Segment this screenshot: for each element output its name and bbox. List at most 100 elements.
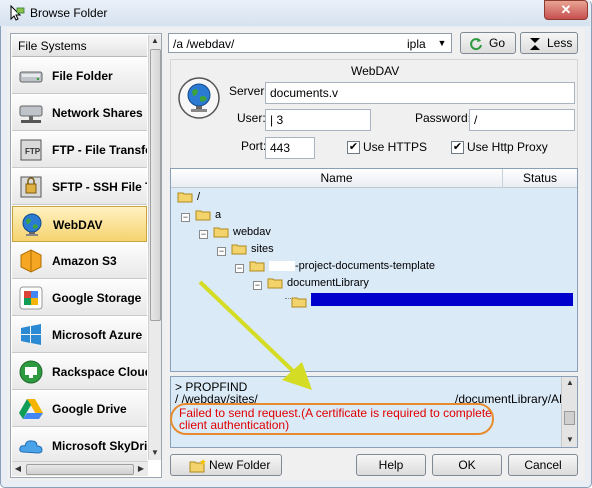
close-button[interactable]: ✕ — [544, 0, 588, 20]
port-input[interactable]: 443 — [265, 137, 315, 159]
drive-icon — [19, 71, 43, 83]
tree-node-label: / — [197, 191, 201, 203]
fs-item-label: Google Storage — [52, 291, 142, 305]
redacted-text — [269, 261, 295, 272]
password-label: Password: — [415, 111, 472, 125]
file-systems-horizontal-scrollbar[interactable]: ◀ ▶ — [12, 461, 148, 476]
new-folder-button[interactable]: New Folder — [170, 454, 282, 476]
new-folder-icon — [189, 459, 206, 473]
help-button[interactable]: Help — [356, 454, 426, 476]
fs-item-label: Network Shares — [52, 106, 143, 120]
user-label: User: — [237, 111, 266, 125]
collapse-icon — [530, 38, 540, 50]
tree-node-label: sites — [251, 243, 274, 255]
scroll-right-arrow-icon[interactable]: ▶ — [135, 463, 147, 475]
tree-node-sites[interactable]: sites — [231, 243, 274, 259]
fs-item-webdav[interactable]: WebDAV — [12, 206, 147, 242]
error-highlight-annotation — [170, 403, 494, 435]
fs-item-google-storage[interactable]: Google Storage — [12, 280, 147, 316]
use-https-checkbox[interactable]: ✔ — [347, 141, 360, 154]
fs-item-ftp[interactable]: FTP FTP - File Transfer — [12, 132, 147, 168]
file-systems-vertical-scrollbar[interactable]: ▲ ▼ — [148, 35, 161, 460]
scroll-thumb[interactable] — [26, 464, 134, 475]
scroll-left-arrow-icon[interactable]: ◀ — [12, 463, 24, 475]
tree-node-label: -project-documents-template — [295, 260, 436, 272]
tree-node-label: webdav — [233, 226, 271, 238]
network-drive-icon — [19, 105, 43, 123]
use-https-label: Use HTTPS — [363, 140, 428, 154]
selected-node-highlight — [311, 293, 573, 306]
windows-icon — [21, 324, 41, 345]
go-button[interactable]: Go — [460, 32, 516, 54]
cancel-button[interactable]: Cancel — [508, 454, 578, 476]
log-vertical-scrollbar[interactable]: ▲ ▼ — [561, 377, 577, 447]
folder-open-icon — [177, 192, 193, 203]
folder-open-icon — [249, 261, 265, 272]
collapse-toggle-icon[interactable]: − — [199, 230, 208, 239]
skydrive-icon — [19, 440, 43, 454]
title-bar: Browse Folder ✕ — [0, 0, 590, 26]
webdav-settings-group: WebDAV Server: documents.v User: | 3 Pas… — [170, 59, 578, 169]
fs-item-label: WebDAV — [53, 218, 103, 232]
scroll-up-arrow-icon[interactable]: ▲ — [564, 377, 576, 389]
collapse-toggle-icon[interactable]: − — [217, 247, 226, 256]
fs-item-amazon-s3[interactable]: Amazon S3 — [12, 243, 147, 279]
fs-item-file-folder[interactable]: File Folder — [12, 58, 147, 94]
webdav-group-label: WebDAV — [351, 64, 400, 78]
window-title: Browse Folder — [30, 6, 108, 20]
sftp-icon — [20, 176, 42, 198]
password-input[interactable]: / — [469, 109, 575, 131]
fs-item-label: SFTP - SSH File Tr — [52, 180, 147, 194]
port-label: Port: — [241, 139, 267, 153]
path-suffix: ipla — [407, 37, 426, 51]
google-icon — [19, 286, 43, 310]
fs-item-label: Amazon S3 — [52, 254, 117, 268]
column-header-status[interactable]: Status — [503, 169, 577, 188]
tree-node-a[interactable]: a — [195, 209, 221, 225]
folder-open-icon — [213, 227, 229, 238]
scroll-up-arrow-icon[interactable]: ▲ — [149, 35, 161, 47]
fs-item-skydrive[interactable]: Microsoft SkyDriv — [12, 428, 147, 464]
globe-icon — [178, 77, 220, 119]
file-systems-header-label: File Systems — [18, 39, 87, 53]
fs-item-microsoft-azure[interactable]: Microsoft Azure — [12, 317, 147, 353]
tree-node-webdav[interactable]: webdav — [213, 226, 271, 242]
fs-item-label: Microsoft Azure — [52, 328, 143, 342]
fs-item-sftp[interactable]: SFTP - SSH File Tr — [12, 169, 147, 205]
scroll-thumb[interactable] — [150, 49, 161, 321]
new-folder-label: New Folder — [209, 458, 271, 472]
tree-node-root[interactable]: / — [177, 191, 200, 207]
fs-item-label: Rackspace Cloud — [52, 365, 147, 379]
fs-item-google-drive[interactable]: Google Drive — [12, 391, 147, 427]
server-label: Server: — [229, 84, 268, 98]
tree-header: Name Status — [171, 169, 577, 188]
folder-open-icon — [195, 210, 211, 221]
user-input[interactable]: | 3 — [265, 109, 371, 131]
annotation-arrow — [198, 280, 312, 390]
collapse-toggle-icon[interactable]: − — [181, 213, 190, 222]
ftp-icon: FTP — [20, 139, 42, 161]
scroll-thumb[interactable] — [564, 411, 575, 425]
less-button[interactable]: Less — [520, 32, 578, 54]
go-label: Go — [489, 36, 506, 50]
scroll-down-arrow-icon[interactable]: ▼ — [149, 447, 161, 459]
less-label: Less — [547, 36, 573, 50]
fs-item-label: File Folder — [52, 69, 113, 83]
chevron-down-icon[interactable]: ▼ — [433, 34, 451, 52]
folder-open-icon — [231, 244, 247, 255]
server-input[interactable]: documents.v — [265, 82, 575, 104]
fs-item-label: FTP - File Transfer — [52, 143, 147, 157]
column-header-name[interactable]: Name — [171, 169, 503, 188]
svg-text:FTP: FTP — [25, 147, 41, 156]
fs-item-label: Microsoft SkyDriv — [52, 439, 147, 453]
browse-folder-icon — [10, 4, 25, 21]
scroll-down-arrow-icon[interactable]: ▼ — [564, 434, 576, 446]
ok-button[interactable]: OK — [432, 454, 502, 476]
fs-item-rackspace[interactable]: Rackspace Cloud — [12, 354, 147, 390]
collapse-toggle-icon[interactable]: − — [235, 264, 244, 273]
use-http-proxy-checkbox[interactable]: ✔ — [451, 141, 464, 154]
path-combobox[interactable]: /a /webdav/ ipla ▼ — [168, 33, 452, 53]
tree-node-project-documents-template[interactable]: -project-documents-template — [249, 260, 435, 276]
fs-item-network-shares[interactable]: Network Shares — [12, 95, 147, 131]
file-systems-header: File Systems — [12, 35, 147, 57]
